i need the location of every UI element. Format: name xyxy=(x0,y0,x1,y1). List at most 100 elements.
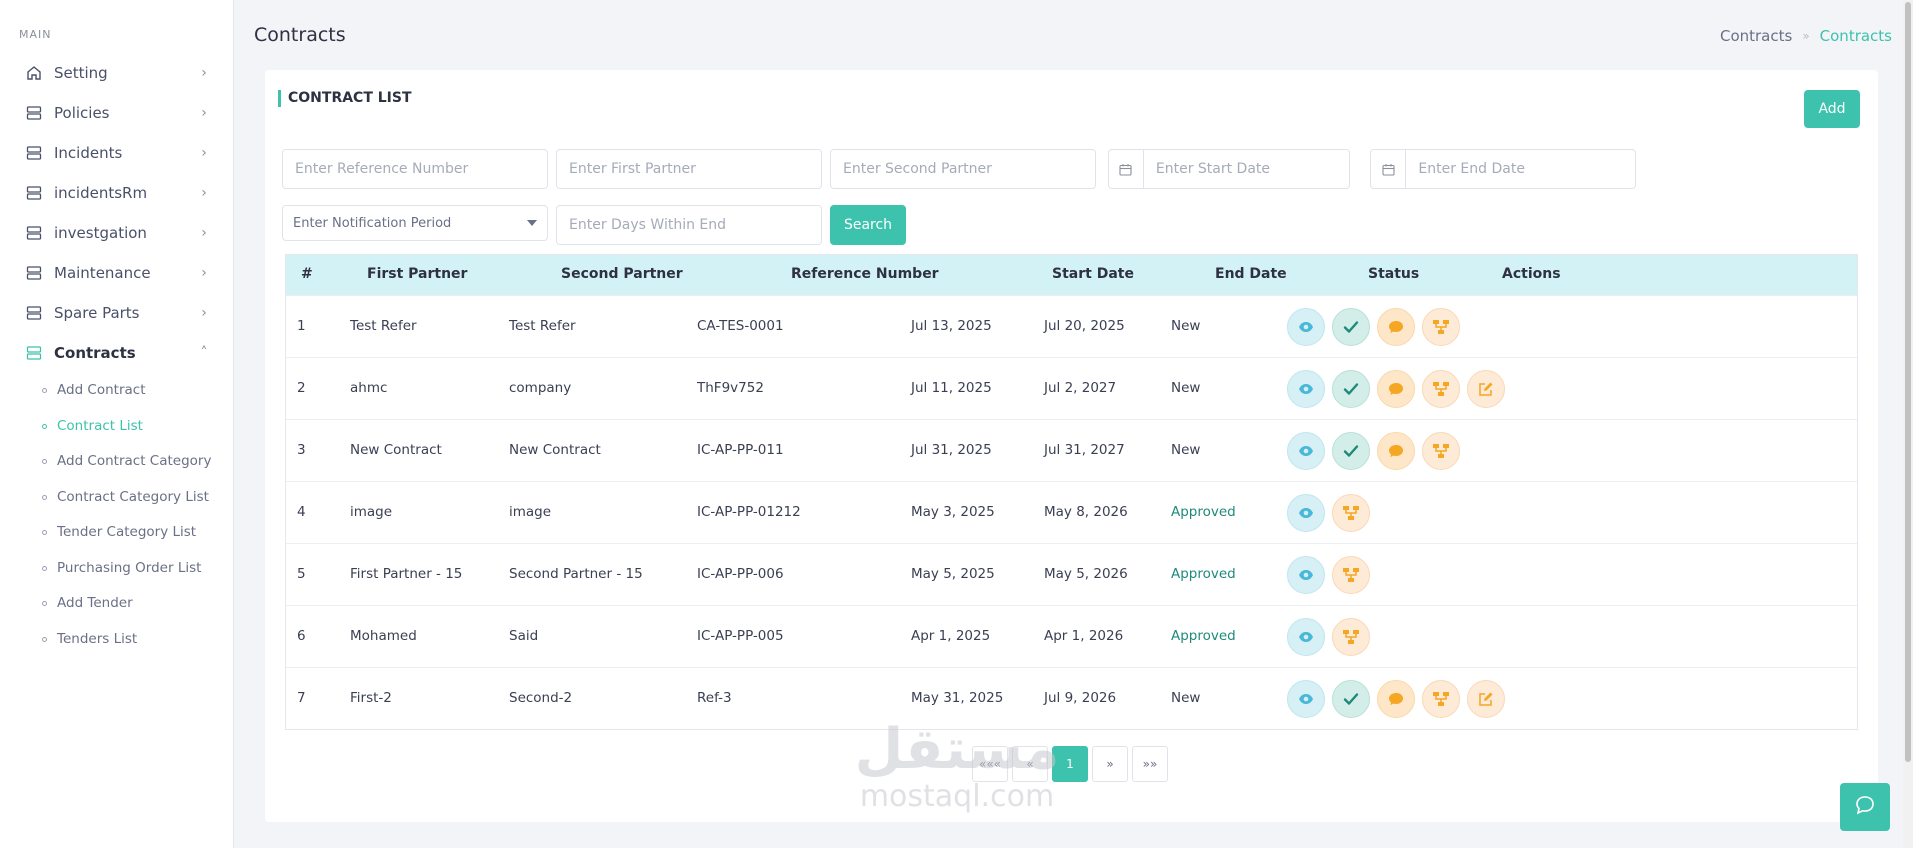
sidebar-item-spare-parts[interactable]: Spare Parts › xyxy=(0,295,234,331)
sub-item-tender-category-list[interactable]: Tender Category List xyxy=(42,518,196,546)
prev-page-button[interactable]: « xyxy=(1012,746,1048,782)
sidebar-item-investigation[interactable]: investgation › xyxy=(0,215,234,251)
sidebar-section-label: MAIN xyxy=(19,28,52,41)
sitemap-icon xyxy=(1432,443,1450,459)
start-date-field[interactable] xyxy=(1108,149,1350,189)
server-icon xyxy=(26,185,42,201)
sub-item-purchasing-order-list[interactable]: Purchasing Order List xyxy=(42,554,201,582)
cell-status: Approved xyxy=(1171,504,1236,520)
workflow-button[interactable] xyxy=(1332,618,1370,656)
sub-item-contract-category-list[interactable]: Contract Category List xyxy=(42,483,209,511)
first-partner-input[interactable] xyxy=(557,150,821,188)
chat-button[interactable] xyxy=(1840,783,1890,831)
sidebar-item-setting[interactable]: Setting › xyxy=(0,55,234,91)
reference-number-field[interactable] xyxy=(282,149,548,189)
chat-icon xyxy=(1854,794,1876,820)
workflow-button[interactable] xyxy=(1422,308,1460,346)
sub-item-contract-list[interactable]: Contract List xyxy=(42,412,143,440)
reference-number-input[interactable] xyxy=(283,150,547,188)
sub-item-tenders-list[interactable]: Tenders List xyxy=(42,625,137,653)
bullet-icon xyxy=(42,636,47,642)
column-header: # xyxy=(301,266,313,282)
cell-second: Second-2 xyxy=(509,690,573,706)
comment-button[interactable] xyxy=(1377,308,1415,346)
row-actions xyxy=(1287,308,1460,346)
add-button[interactable]: Add xyxy=(1804,90,1860,128)
page-button-current[interactable]: 1 xyxy=(1052,746,1088,782)
sidebar-item-policies[interactable]: Policies › xyxy=(0,95,234,131)
cell-end: Jul 2, 2027 xyxy=(1044,380,1117,396)
server-icon xyxy=(26,225,42,241)
view-button[interactable] xyxy=(1287,680,1325,718)
approve-button[interactable] xyxy=(1332,432,1370,470)
workflow-button[interactable] xyxy=(1422,432,1460,470)
table-body: 1 Test Refer Test Refer CA-TES-0001 Jul 13, … xyxy=(286,295,1857,729)
sub-item-label: Tender Category List xyxy=(57,524,197,540)
server-icon xyxy=(26,305,42,321)
view-button[interactable] xyxy=(1287,308,1325,346)
server-icon xyxy=(26,145,42,161)
scrollbar-thumb[interactable] xyxy=(1905,2,1911,762)
breadcrumb-item[interactable]: Contracts xyxy=(1720,27,1792,45)
view-button[interactable] xyxy=(1287,432,1325,470)
cell-first: image xyxy=(350,504,393,520)
edit-button[interactable] xyxy=(1467,680,1505,718)
end-date-input[interactable] xyxy=(1406,150,1635,188)
column-header: Actions xyxy=(1502,266,1561,282)
cell-start: May 31, 2025 xyxy=(911,690,1004,706)
cell-start: May 3, 2025 xyxy=(911,504,995,520)
comment-button[interactable] xyxy=(1377,432,1415,470)
eye-icon xyxy=(1298,383,1314,395)
last-page-button[interactable]: »» xyxy=(1132,746,1168,782)
sub-item-label: Add Contract xyxy=(57,382,146,398)
cell-n: 2 xyxy=(297,380,306,396)
first-partner-field[interactable] xyxy=(556,149,822,189)
table-row: 4 image image IC-AP-PP-01212 May 3, 2025 May … xyxy=(286,481,1857,543)
end-date-field[interactable] xyxy=(1370,149,1636,189)
view-button[interactable] xyxy=(1287,618,1325,656)
view-button[interactable] xyxy=(1287,370,1325,408)
sidebar-item-label: investgation xyxy=(54,224,147,242)
sub-item-add-contract-category[interactable]: Add Contract Category xyxy=(42,447,211,475)
cell-status: New xyxy=(1171,318,1201,334)
breadcrumb-current: Contracts xyxy=(1819,27,1892,45)
cell-n: 3 xyxy=(297,442,306,458)
view-button[interactable] xyxy=(1287,494,1325,532)
notification-period-select[interactable]: Enter Notification Period xyxy=(282,205,548,241)
days-within-end-field[interactable] xyxy=(556,205,822,245)
sub-item-label: Contract Category List xyxy=(57,489,209,505)
comment-button[interactable] xyxy=(1377,680,1415,718)
workflow-button[interactable] xyxy=(1332,494,1370,532)
sidebar-item-incidents[interactable]: Incidents › xyxy=(0,135,234,171)
first-page-button[interactable]: ««« xyxy=(972,746,1008,782)
sidebar-item-label: Maintenance xyxy=(54,264,151,282)
sidebar-item-maintenance[interactable]: Maintenance › xyxy=(0,255,234,291)
workflow-button[interactable] xyxy=(1332,556,1370,594)
scrollbar[interactable] xyxy=(1903,0,1913,848)
days-within-end-input[interactable] xyxy=(557,206,821,244)
approve-button[interactable] xyxy=(1332,308,1370,346)
start-date-input[interactable] xyxy=(1143,150,1349,188)
sidebar-item-label: Contracts xyxy=(54,344,136,362)
sidebar-item-contracts[interactable]: Contracts ˄ xyxy=(0,335,234,371)
cell-status: New xyxy=(1171,380,1201,396)
sub-item-add-contract[interactable]: Add Contract xyxy=(42,376,146,404)
approve-button[interactable] xyxy=(1332,680,1370,718)
next-page-button[interactable]: » xyxy=(1092,746,1128,782)
cell-n: 4 xyxy=(297,504,306,520)
cell-end: May 5, 2026 xyxy=(1044,566,1128,582)
approve-button[interactable] xyxy=(1332,370,1370,408)
comment-button[interactable] xyxy=(1377,370,1415,408)
search-button[interactable]: Search xyxy=(830,205,906,245)
bullet-icon xyxy=(42,600,47,606)
second-partner-input[interactable] xyxy=(831,150,1095,188)
workflow-button[interactable] xyxy=(1422,680,1460,718)
sidebar-item-label: incidentsRm xyxy=(54,184,148,202)
sub-item-add-tender[interactable]: Add Tender xyxy=(42,589,133,617)
second-partner-field[interactable] xyxy=(830,149,1096,189)
view-button[interactable] xyxy=(1287,556,1325,594)
workflow-button[interactable] xyxy=(1422,370,1460,408)
sidebar-item-incidentsrm[interactable]: incidentsRm › xyxy=(0,175,234,211)
row-actions xyxy=(1287,680,1505,718)
edit-button[interactable] xyxy=(1467,370,1505,408)
